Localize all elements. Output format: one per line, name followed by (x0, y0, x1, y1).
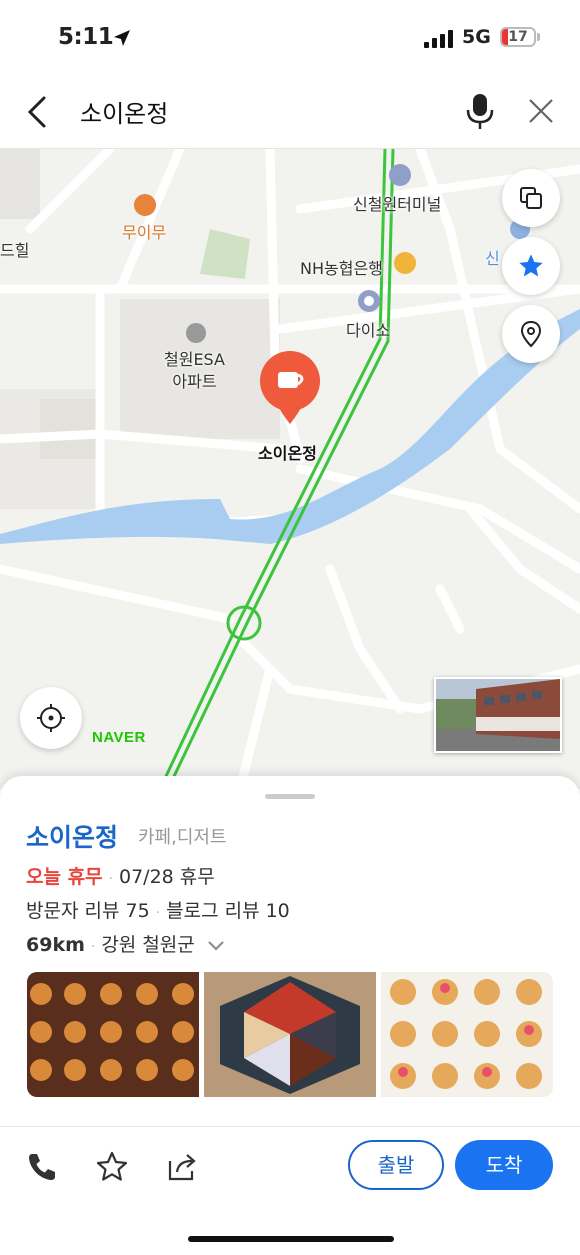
poi-bus-terminal-label[interactable]: 신철원터미널 (353, 191, 441, 215)
poi-bank-label[interactable]: NH농협은행 (300, 255, 383, 279)
back-icon[interactable] (22, 92, 54, 132)
place-bottom-sheet[interactable]: 소이온정 카페,디저트 오늘 휴무 · 07/28 휴무 방문자 리뷰 75 · 블로그… (0, 776, 580, 1255)
status-today: 오늘 휴무 (26, 866, 103, 888)
naver-logo: NAVER (92, 729, 146, 746)
search-header: 소이온정 (0, 76, 580, 149)
signal-icon (424, 30, 453, 48)
next-closed: 07/28 휴무 (119, 866, 215, 888)
place-name[interactable]: 소이온정 (26, 818, 118, 854)
status-time: 5:11 (58, 24, 114, 50)
depart-button[interactable]: 출발 (348, 1140, 444, 1190)
poi-cafe-label[interactable]: 무이무 (122, 219, 166, 243)
map-pin-icon (520, 320, 542, 348)
poi-daiso-label[interactable]: 다이소 (346, 317, 390, 341)
blog-reviews-link[interactable]: 블로그 리뷰 10 (166, 900, 290, 922)
status-bar: 5:11 5G 17 (0, 0, 580, 76)
street-view-image (436, 679, 560, 751)
photo-dessert-tray[interactable] (381, 972, 553, 1097)
microphone-icon[interactable] (460, 90, 500, 132)
star-outline-icon[interactable] (94, 1149, 130, 1185)
favorite-map-button[interactable] (502, 237, 560, 295)
distance: 69km (26, 934, 85, 956)
region: 강원 철원군 (101, 934, 195, 956)
selected-place-label[interactable]: 소이온정 (258, 440, 317, 464)
battery-level: 17 (508, 29, 528, 45)
photo-strip[interactable] (27, 972, 553, 1097)
reviews-row: 방문자 리뷰 75 · 블로그 리뷰 10 (26, 900, 290, 922)
phone-icon[interactable] (24, 1149, 60, 1185)
map-view[interactable]: 무이무 신철원터미널 NH농협은행 다이소 철원ESA 아파트 소이온정 드힐 … (0, 149, 580, 789)
poi-apartment-label[interactable]: 철원ESA 아파트 (164, 349, 225, 393)
battery-icon: 17 (500, 27, 536, 47)
photo-gift-box[interactable] (204, 972, 376, 1097)
close-icon[interactable] (522, 92, 560, 130)
share-icon[interactable] (164, 1149, 200, 1185)
photo-macarons[interactable] (27, 972, 199, 1097)
sheet-handle[interactable] (265, 794, 315, 799)
divider (0, 1126, 580, 1127)
crosshair-icon (37, 704, 65, 732)
pin-button[interactable] (502, 305, 560, 363)
place-category: 카페,디저트 (138, 827, 227, 848)
network-label: 5G (462, 26, 491, 48)
arrive-button[interactable]: 도착 (455, 1140, 553, 1190)
layers-button[interactable] (502, 169, 560, 227)
battery-tip (537, 33, 540, 41)
chevron-down-icon (208, 941, 224, 951)
visitor-reviews-link[interactable]: 방문자 리뷰 75 (26, 900, 150, 922)
home-indicator (188, 1236, 394, 1242)
current-location-button[interactable] (20, 687, 82, 749)
layers-icon (520, 187, 542, 209)
poi-edge-right-label: 신 (485, 249, 500, 268)
location-arrow-icon (114, 30, 130, 46)
street-view-thumbnail[interactable] (434, 677, 562, 753)
search-query[interactable]: 소이온정 (80, 94, 168, 129)
business-hours-row[interactable]: 오늘 휴무 · 07/28 휴무 (26, 862, 215, 889)
star-filled-icon (519, 254, 543, 277)
distance-row[interactable]: 69km · 강원 철원군 (26, 930, 225, 957)
poi-edge-left-label: 드힐 (0, 241, 30, 260)
